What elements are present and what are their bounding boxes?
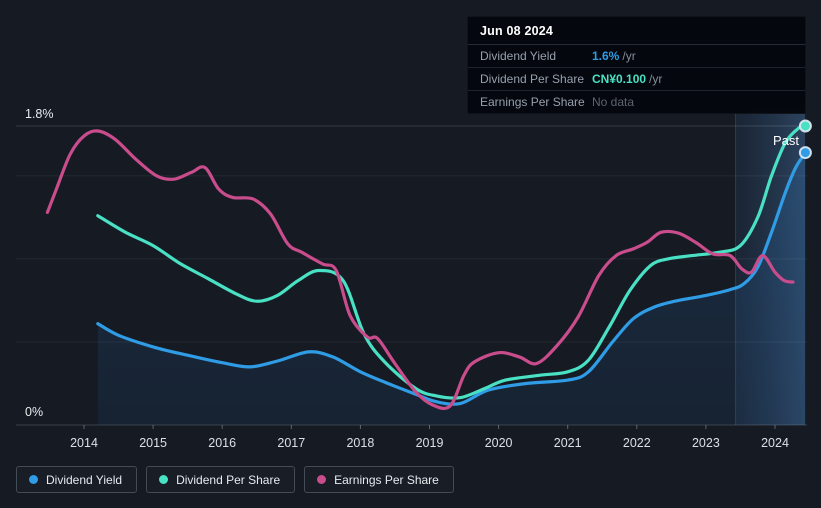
- chart-legend: Dividend Yield Dividend Per Share Earnin…: [16, 466, 454, 493]
- tooltip-label: Earnings Per Share: [480, 95, 585, 109]
- tooltip-value-earnings-per-share: No data: [592, 95, 635, 109]
- dividend-per-share-dot-icon: [159, 475, 169, 484]
- past-label: Past: [773, 133, 799, 148]
- dividend-yield-area: [97, 152, 806, 425]
- x-tick-label: 2014: [70, 436, 98, 450]
- legend-item-dividend-yield[interactable]: Dividend Yield: [16, 466, 138, 493]
- tooltip-date: Jun 08 2024: [468, 17, 805, 45]
- x-tick-label: 2017: [277, 436, 305, 450]
- x-tick-label: 2024: [761, 436, 789, 450]
- tooltip-value-dividend-yield: 1.6%: [592, 49, 620, 63]
- tooltip-value-dividend-per-share: CN¥0.100: [592, 72, 647, 86]
- legend-item-earnings-per-share[interactable]: Earnings Per Share: [304, 466, 454, 493]
- x-tick-label: 2021: [554, 436, 582, 450]
- x-tick-label: 2016: [208, 436, 236, 450]
- earnings-per-share-dot-icon: [317, 475, 327, 484]
- x-tick-label: 2015: [139, 436, 167, 450]
- x-tick-label: 2018: [346, 436, 374, 450]
- tooltip-row-dividend-per-share: Dividend Per Share CN¥0.100 /yr: [468, 68, 805, 91]
- dividend-history-chart: 1.8% 0% 2014 2015 2016 2017 2018 2019 2020 2021 20…: [0, 0, 821, 508]
- y-axis-label-max: 1.8%: [25, 107, 54, 121]
- tooltip-unit: /yr: [622, 49, 636, 63]
- legend-label: Earnings Per Share: [334, 472, 439, 487]
- dividend-per-share-end-marker: [798, 119, 812, 133]
- x-tick-label: 2022: [623, 436, 651, 450]
- legend-label: Dividend Per Share: [176, 472, 281, 487]
- chart-tooltip: Jun 08 2024 Dividend Yield 1.6% /yr Divi…: [467, 16, 806, 114]
- x-tick-label: 2019: [416, 436, 444, 450]
- legend-label: Dividend Yield: [46, 472, 123, 487]
- legend-item-dividend-per-share[interactable]: Dividend Per Share: [146, 466, 296, 493]
- tooltip-label: Dividend Per Share: [480, 72, 585, 86]
- tooltip-label: Dividend Yield: [480, 49, 557, 63]
- tooltip-row-earnings-per-share: Earnings Per Share No data: [468, 91, 805, 113]
- tooltip-row-dividend-yield: Dividend Yield 1.6% /yr: [468, 45, 805, 68]
- dividend-yield-end-marker: [798, 146, 812, 160]
- y-axis-label-min: 0%: [25, 405, 43, 419]
- x-tick-label: 2020: [485, 436, 513, 450]
- tooltip-unit: /yr: [649, 72, 663, 86]
- x-tick-label: 2023: [692, 436, 720, 450]
- dividend-yield-dot-icon: [29, 475, 38, 484]
